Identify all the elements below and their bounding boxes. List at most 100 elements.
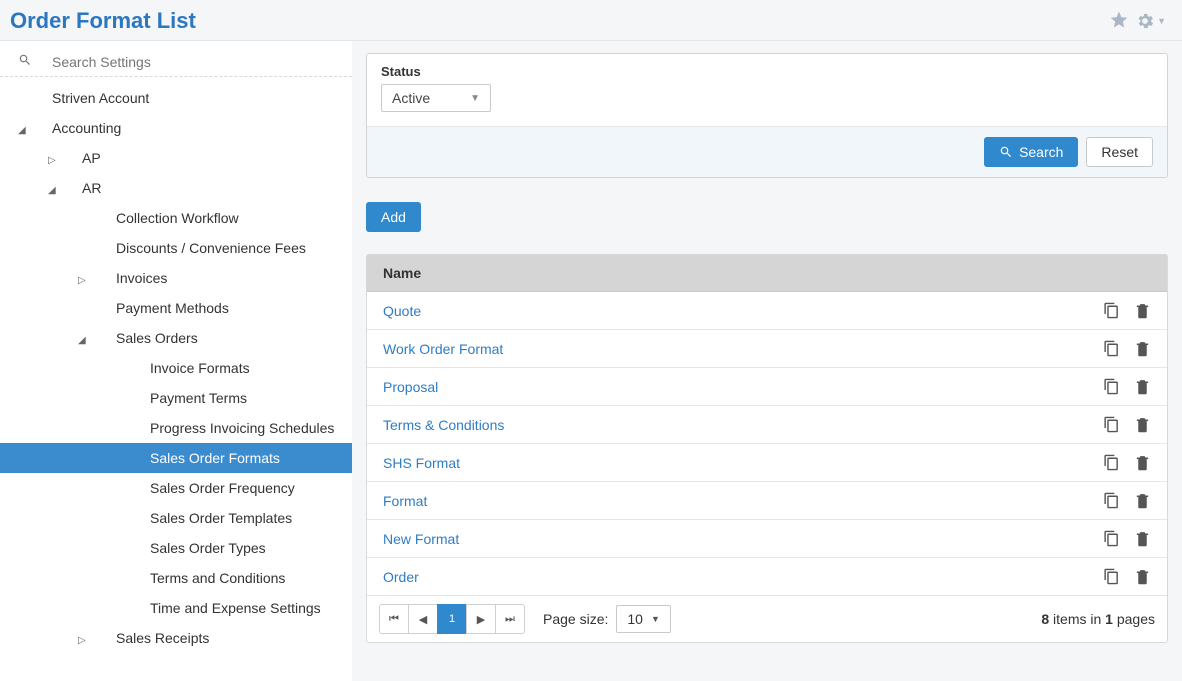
sidebar-item-sales-receipts[interactable]: ▷ Sales Receipts [0, 623, 352, 653]
caret-down-icon: ◢ [18, 125, 26, 136]
pager-last[interactable]: ⏭ [495, 604, 525, 634]
sidebar-item-label: Striven Account [52, 90, 149, 106]
sidebar-item-label: Invoices [116, 270, 167, 286]
copy-icon[interactable] [1103, 302, 1120, 319]
gear-icon[interactable]: ▼ [1135, 11, 1166, 31]
search-input[interactable] [52, 54, 344, 70]
caret-right-icon: ▷ [48, 155, 56, 166]
table-row: Proposal [367, 368, 1167, 406]
favorite-icon[interactable] [1109, 10, 1129, 33]
format-name-link[interactable]: Terms & Conditions [383, 417, 1103, 433]
sidebar-item-label: Sales Order Formats [150, 450, 280, 466]
pager-page-current[interactable]: 1 [437, 604, 467, 634]
table-row: Terms & Conditions [367, 406, 1167, 444]
table-row: Order [367, 558, 1167, 595]
sidebar-item-sales-order-formats[interactable]: Sales Order Formats [0, 443, 352, 473]
sidebar-item-label: Payment Terms [150, 390, 247, 406]
sidebar-item-label: AP [82, 150, 101, 166]
search-icon [18, 53, 52, 70]
sidebar-item-collection-workflow[interactable]: Collection Workflow [0, 203, 352, 233]
chevron-down-icon: ▼ [470, 93, 480, 104]
search-button[interactable]: Search [984, 137, 1078, 167]
copy-icon[interactable] [1103, 568, 1120, 585]
sidebar-item-label: Accounting [52, 120, 121, 136]
reset-button[interactable]: Reset [1086, 137, 1153, 167]
copy-icon[interactable] [1103, 492, 1120, 509]
format-name-link[interactable]: New Format [383, 531, 1103, 547]
sidebar-item-invoice-formats[interactable]: Invoice Formats [0, 353, 352, 383]
copy-icon[interactable] [1103, 530, 1120, 547]
delete-icon[interactable] [1134, 492, 1151, 509]
add-button-label: Add [381, 209, 406, 225]
pager: ⏮ ◀ 1 ▶ ⏭ Page size: 10 ▼ 8 items in 1 p… [367, 595, 1167, 642]
sidebar-item-label: Time and Expense Settings [150, 600, 321, 616]
sidebar-item-invoices[interactable]: ▷ Invoices [0, 263, 352, 293]
format-name-link[interactable]: Quote [383, 303, 1103, 319]
format-name-link[interactable]: Work Order Format [383, 341, 1103, 357]
delete-icon[interactable] [1134, 302, 1151, 319]
delete-icon[interactable] [1134, 568, 1151, 585]
search-button-label: Search [1019, 144, 1063, 160]
sidebar-item-sales-order-types[interactable]: Sales Order Types [0, 533, 352, 563]
chevron-down-icon: ▼ [651, 614, 660, 624]
search-icon [999, 145, 1013, 159]
copy-icon[interactable] [1103, 378, 1120, 395]
status-label: Status [381, 64, 1153, 79]
sidebar-item-time-and-expense-settings[interactable]: Time and Expense Settings [0, 593, 352, 623]
page-size-value: 10 [627, 611, 643, 627]
chevron-down-icon: ▼ [1157, 16, 1166, 26]
page-size-select[interactable]: 10 ▼ [616, 605, 671, 633]
copy-icon[interactable] [1103, 454, 1120, 471]
sidebar-item-striven-account[interactable]: Striven Account [0, 83, 352, 113]
delete-icon[interactable] [1134, 378, 1151, 395]
table-header-name: Name [367, 255, 1167, 292]
format-name-link[interactable]: Order [383, 569, 1103, 585]
delete-icon[interactable] [1134, 340, 1151, 357]
sidebar-item-ar[interactable]: ◢AR [0, 173, 352, 203]
sidebar-item-label: Sales Order Templates [150, 510, 292, 526]
table-row: Quote [367, 292, 1167, 330]
format-name-link[interactable]: SHS Format [383, 455, 1103, 471]
table-row: SHS Format [367, 444, 1167, 482]
sidebar-item-sales-order-frequency[interactable]: Sales Order Frequency [0, 473, 352, 503]
delete-icon[interactable] [1134, 416, 1151, 433]
sidebar-item-ap[interactable]: ▷ AP [0, 143, 352, 173]
filter-panel: Status Active ▼ Search Reset [366, 53, 1168, 178]
delete-icon[interactable] [1134, 530, 1151, 547]
caret-right-icon: ▷ [78, 275, 86, 286]
format-table: Name Quote Work Order Format Proposal Terms… [366, 254, 1168, 643]
sidebar-item-accounting[interactable]: ◢ Accounting [0, 113, 352, 143]
sidebar-item-label: Sales Receipts [116, 630, 209, 646]
pager-first[interactable]: ⏮ [379, 604, 409, 634]
table-row: New Format [367, 520, 1167, 558]
sidebar-item-discounts-convenience-fees[interactable]: Discounts / Convenience Fees [0, 233, 352, 263]
sidebar-item-sales-order-templates[interactable]: Sales Order Templates [0, 503, 352, 533]
sidebar-item-label: Invoice Formats [150, 360, 250, 376]
sidebar-item-payment-terms[interactable]: Payment Terms [0, 383, 352, 413]
pager-prev[interactable]: ◀ [408, 604, 438, 634]
copy-icon[interactable] [1103, 340, 1120, 357]
table-row: Format [367, 482, 1167, 520]
sidebar-item-payment-methods[interactable]: Payment Methods [0, 293, 352, 323]
sidebar-item-progress-invoicing-schedules[interactable]: Progress Invoicing Schedules [0, 413, 352, 443]
sidebar-item-label: Terms and Conditions [150, 570, 285, 586]
sidebar-item-sales-orders[interactable]: ◢Sales Orders [0, 323, 352, 353]
add-button[interactable]: Add [366, 202, 421, 232]
delete-icon[interactable] [1134, 454, 1151, 471]
status-select[interactable]: Active ▼ [381, 84, 491, 112]
sidebar-item-label: Sales Orders [116, 330, 198, 346]
status-value: Active [392, 90, 430, 106]
format-name-link[interactable]: Proposal [383, 379, 1103, 395]
sidebar-item-terms-and-conditions[interactable]: Terms and Conditions [0, 563, 352, 593]
reset-button-label: Reset [1101, 144, 1138, 160]
format-name-link[interactable]: Format [383, 493, 1103, 509]
pager-next[interactable]: ▶ [466, 604, 496, 634]
sidebar-item-label: AR [82, 180, 101, 196]
caret-right-icon: ▷ [78, 635, 86, 646]
settings-sidebar: Striven Account ◢ Accounting ▷ AP ◢ARCollecti… [0, 41, 352, 681]
page-size-label: Page size: [543, 611, 608, 627]
sidebar-item-label: Discounts / Convenience Fees [116, 240, 306, 256]
copy-icon[interactable] [1103, 416, 1120, 433]
table-row: Work Order Format [367, 330, 1167, 368]
pager-summary: 8 items in 1 pages [1041, 611, 1155, 627]
